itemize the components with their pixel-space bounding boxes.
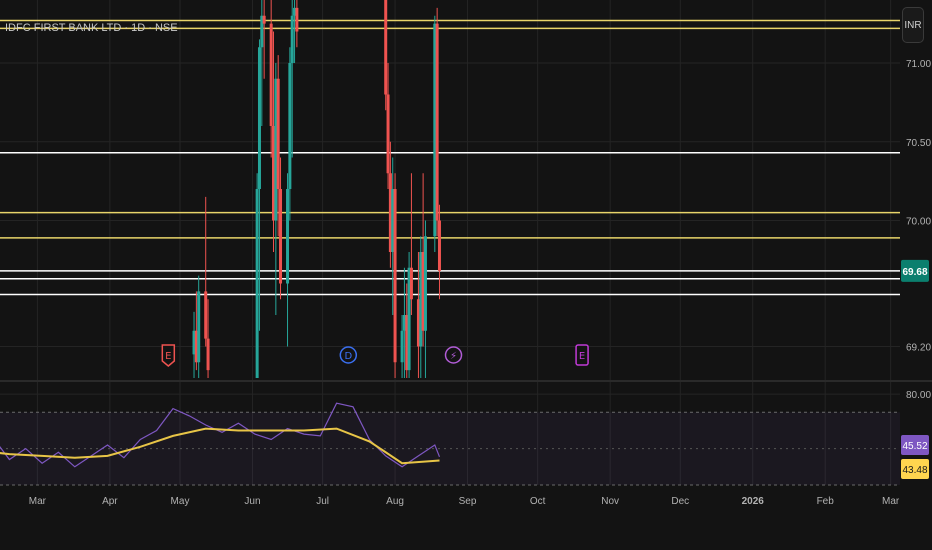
candle-body[interactable] [257, 47, 261, 189]
event-marker-glyph: E [579, 351, 585, 362]
candle-body[interactable] [393, 189, 397, 363]
x-axis-label: Nov [601, 496, 619, 507]
x-axis-label: Mar [882, 496, 900, 507]
candle-body[interactable] [290, 15, 294, 63]
candle-body[interactable] [262, 15, 266, 24]
x-axis-label: Apr [102, 496, 118, 507]
candle-body[interactable] [437, 220, 441, 271]
candle-body[interactable] [386, 94, 390, 174]
candle-body[interactable] [435, 23, 439, 221]
currency-button[interactable]: INR [902, 7, 924, 43]
x-axis-label: Jun [244, 496, 260, 507]
x-axis-label: Sep [459, 496, 477, 507]
price-axis-label: 70.00 [906, 217, 931, 228]
candle-body[interactable] [279, 189, 283, 284]
x-axis-label: Dec [671, 496, 689, 507]
candle-body[interactable] [400, 330, 404, 363]
candle-body[interactable] [409, 267, 413, 300]
candle-body[interactable] [197, 291, 201, 363]
candle-body[interactable] [276, 78, 280, 189]
candle-body[interactable] [295, 7, 299, 32]
candle-body[interactable] [423, 236, 427, 331]
x-axis-label: May [171, 496, 190, 507]
chart-canvas[interactable]: 71.00 70.50 70.00 69.20 69.68 E D ⚡ E 80.00 45.52 4… [0, 0, 932, 550]
candle-body[interactable] [206, 338, 210, 371]
chart-container[interactable]: 71.00 70.50 70.00 69.20 69.68 E D ⚡ E 80.00 45.52 4… [0, 0, 932, 550]
event-marker-glyph: E [165, 351, 171, 362]
price-axis-label: 71.00 [906, 59, 931, 70]
x-axis-label: Feb [817, 496, 835, 507]
candle-body[interactable] [204, 291, 208, 339]
candle-body[interactable] [384, 0, 388, 95]
x-axis-label: Mar [29, 496, 47, 507]
x-axis-label: Aug [386, 496, 404, 507]
price-axis-label: 70.50 [906, 138, 931, 149]
candle-body[interactable] [286, 189, 290, 284]
rsi-ma-value-label: 43.48 [902, 465, 927, 476]
event-marker-glyph: D [344, 351, 352, 362]
price-axis-label: 69.20 [906, 343, 931, 354]
rsi-axis-label: 80.00 [906, 390, 931, 401]
candle-body[interactable] [255, 189, 259, 378]
candle-body[interactable] [288, 63, 292, 189]
last-price-label: 69.68 [902, 267, 927, 278]
x-axis-label: Oct [530, 496, 546, 507]
rsi-value-label: 45.52 [902, 441, 927, 452]
x-axis-label: 2026 [742, 496, 765, 507]
x-axis-label: Jul [316, 496, 329, 507]
candle-body[interactable] [269, 23, 273, 126]
event-marker-glyph: ⚡ [450, 351, 457, 362]
symbol-title: IDFC FIRST BANK LTD · 1D · NSE [5, 22, 178, 34]
